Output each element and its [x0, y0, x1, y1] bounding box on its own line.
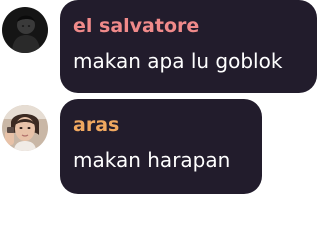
message-bubble: el salvatore makan apa lu goblok — [60, 0, 317, 93]
avatar-selfie-portrait — [2, 105, 48, 151]
chat-view: el salvatore makan apa lu goblok aras ma… — [0, 0, 320, 246]
avatar-icon[interactable] — [2, 7, 48, 53]
chat-message: aras makan harapan — [0, 96, 320, 196]
message-bubble: aras makan harapan — [60, 99, 262, 194]
chat-message: el salvatore makan apa lu goblok — [0, 0, 320, 95]
avatar-icon[interactable] — [2, 105, 48, 151]
author-name[interactable]: aras — [73, 113, 119, 137]
avatar-dark-portrait — [2, 7, 48, 53]
author-name[interactable]: el salvatore — [73, 14, 199, 38]
message-text: makan harapan — [73, 148, 231, 172]
message-text: makan apa lu goblok — [73, 49, 283, 73]
